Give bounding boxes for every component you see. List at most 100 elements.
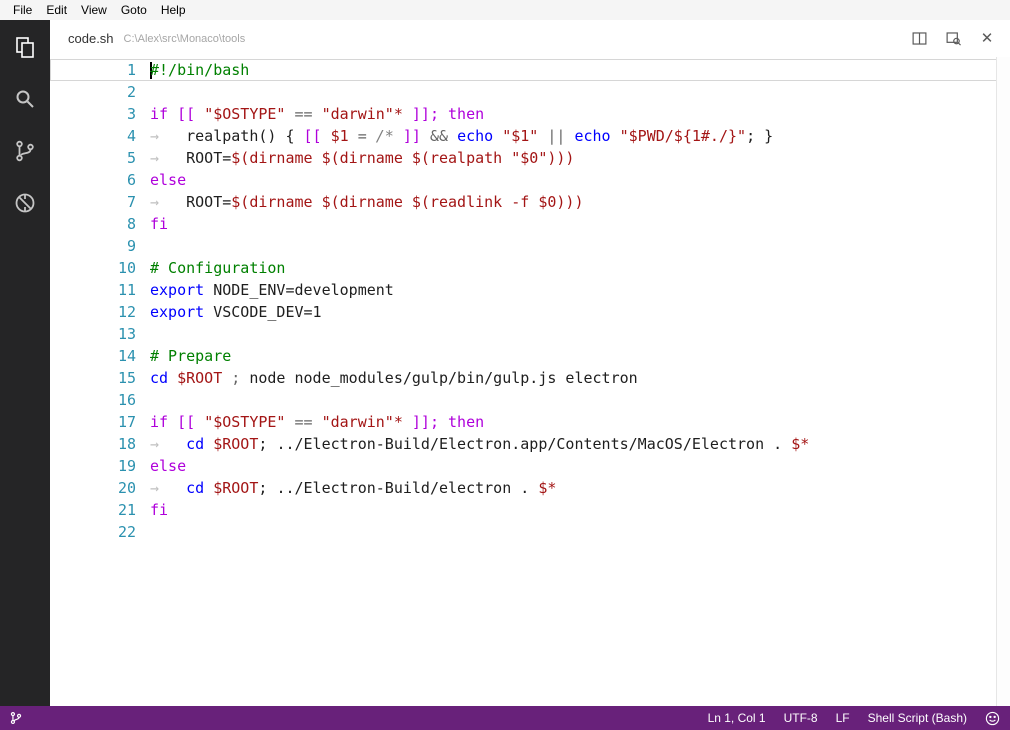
- menu-bar: File Edit View Goto Help: [0, 0, 1010, 20]
- main-area: code.sh C:\Alex\src\Monaco\tools ✕ 1 #!/…: [0, 20, 1010, 706]
- code-line[interactable]: 6 else: [50, 169, 1010, 191]
- code-token: VSCODE_DEV=1: [204, 303, 322, 321]
- code-line[interactable]: 17 if [[ "$OSTYPE" == "darwin"* ]]; then: [50, 411, 1010, 433]
- code-line[interactable]: 10 # Configuration: [50, 257, 1010, 279]
- code-line[interactable]: 12 export VSCODE_DEV=1: [50, 301, 1010, 323]
- code-line[interactable]: 9: [50, 235, 1010, 257]
- code-token: →: [150, 435, 187, 453]
- code-token: $ROOT: [177, 369, 223, 387]
- line-number: 9: [126, 237, 136, 255]
- code-token: $*: [538, 479, 557, 497]
- code-text: fi: [150, 213, 1010, 235]
- code-token: [[: [303, 127, 331, 145]
- code-text: → ROOT=$(dirname $(dirname $(readlink -f…: [150, 191, 1010, 213]
- vscode-window: File Edit View Goto Help code.sh C:\Alex…: [0, 0, 1010, 730]
- line-number: 7: [126, 193, 136, 211]
- code-token: ==: [285, 413, 322, 431]
- line-number: 2: [126, 83, 136, 101]
- line-number: 8: [126, 215, 136, 233]
- code-token: ; }: [746, 127, 774, 145]
- code-token: $ROOT: [213, 479, 259, 497]
- line-number: 18: [117, 435, 136, 453]
- menu-item-file[interactable]: File: [6, 1, 39, 19]
- line-number: 5: [126, 149, 136, 167]
- code-token: "$OSTYPE": [204, 105, 286, 123]
- debug-icon[interactable]: [12, 190, 38, 216]
- code-token: else: [150, 457, 187, 475]
- code-token: fi: [150, 501, 169, 519]
- close-icon[interactable]: ✕: [978, 30, 996, 48]
- code-line[interactable]: 4 → realpath() { [[ $1 = /* ]] && echo "$…: [50, 125, 1010, 147]
- menu-item-edit[interactable]: Edit: [39, 1, 74, 19]
- code-token: "darwin"*: [321, 413, 403, 431]
- line-number: 16: [117, 391, 136, 409]
- editor-area: code.sh C:\Alex\src\Monaco\tools ✕ 1 #!/…: [50, 20, 1010, 706]
- code-token: →: [150, 193, 187, 211]
- code-token: ]];: [402, 413, 449, 431]
- code-text: fi: [150, 499, 1010, 521]
- code-text: → cd $ROOT; ../Electron-Build/electron .…: [150, 477, 1010, 499]
- code-token: ;: [258, 435, 277, 453]
- menu-item-goto[interactable]: Goto: [114, 1, 154, 19]
- explorer-icon[interactable]: [12, 34, 38, 60]
- code-line[interactable]: 1 #!/bin/bash: [50, 59, 1010, 81]
- code-line[interactable]: 3 if [[ "$OSTYPE" == "darwin"* ]]; then: [50, 103, 1010, 125]
- vertical-scrollbar[interactable]: [996, 57, 1010, 706]
- code-token: /*: [375, 127, 394, 145]
- code-line[interactable]: 21 fi: [50, 499, 1010, 521]
- line-number: 4: [126, 127, 136, 145]
- code-token: →: [150, 127, 187, 145]
- status-cursor-position[interactable]: Ln 1, Col 1: [699, 711, 775, 725]
- open-preview-icon[interactable]: [944, 30, 962, 48]
- code-text: export NODE_ENV=development: [150, 279, 1010, 301]
- code-token: →: [150, 479, 187, 497]
- line-number: 20: [117, 479, 136, 497]
- git-branch-icon[interactable]: [8, 710, 24, 726]
- code-text: if [[ "$OSTYPE" == "darwin"* ]]; then: [150, 411, 1010, 433]
- code-line[interactable]: 5 → ROOT=$(dirname $(dirname $(realpath "…: [50, 147, 1010, 169]
- code-line[interactable]: 11 export NODE_ENV=development: [50, 279, 1010, 301]
- editor[interactable]: 1 #!/bin/bash 2 3 if [[ "$OSTYPE" == "darwin…: [50, 57, 1010, 706]
- tab-title[interactable]: code.sh: [68, 31, 114, 46]
- line-number: 12: [117, 303, 136, 321]
- code-token: else: [150, 171, 187, 189]
- code-line[interactable]: 18 → cd $ROOT; ../Electron-Build/Electron…: [50, 433, 1010, 455]
- editor-lines: 1 #!/bin/bash 2 3 if [[ "$OSTYPE" == "darwin…: [50, 57, 1010, 543]
- menu-item-help[interactable]: Help: [154, 1, 193, 19]
- code-token: &&: [420, 127, 458, 145]
- code-token: realpath() {: [186, 127, 304, 145]
- code-token: =: [348, 127, 376, 145]
- search-icon[interactable]: [12, 86, 38, 112]
- status-language-mode[interactable]: Shell Script (Bash): [859, 711, 976, 725]
- code-line[interactable]: 20 → cd $ROOT; ../Electron-Build/electron…: [50, 477, 1010, 499]
- code-token: "$1": [502, 127, 539, 145]
- code-text: → realpath() { [[ $1 = /* ]] && echo "$1…: [150, 125, 1010, 147]
- code-text: # Prepare: [150, 345, 1010, 367]
- activity-bar: [0, 20, 50, 706]
- git-icon[interactable]: [12, 138, 38, 164]
- code-line[interactable]: 14 # Prepare: [50, 345, 1010, 367]
- code-line[interactable]: 19 else: [50, 455, 1010, 477]
- menu-item-view[interactable]: View: [74, 1, 114, 19]
- line-number: 10: [117, 259, 136, 277]
- code-line[interactable]: 13: [50, 323, 1010, 345]
- code-token: ROOT=: [186, 193, 232, 211]
- feedback-smiley-icon[interactable]: [984, 710, 1000, 726]
- status-encoding[interactable]: UTF-8: [775, 711, 827, 725]
- code-line[interactable]: 15 cd $ROOT ; node node_modules/gulp/bin/…: [50, 367, 1010, 389]
- line-number: 15: [117, 369, 136, 387]
- code-line[interactable]: 7 → ROOT=$(dirname $(dirname $(readlink -…: [50, 191, 1010, 213]
- code-line[interactable]: 2: [50, 81, 1010, 103]
- status-bar: Ln 1, Col 1 UTF-8 LF Shell Script (Bash): [0, 706, 1010, 730]
- code-text: else: [150, 455, 1010, 477]
- code-line[interactable]: 16: [50, 389, 1010, 411]
- status-eol[interactable]: LF: [827, 711, 859, 725]
- code-line[interactable]: 8 fi: [50, 213, 1010, 235]
- split-editor-icon[interactable]: [910, 30, 928, 48]
- code-line[interactable]: 22: [50, 521, 1010, 543]
- code-text: → ROOT=$(dirname $(dirname $(realpath "$…: [150, 147, 1010, 169]
